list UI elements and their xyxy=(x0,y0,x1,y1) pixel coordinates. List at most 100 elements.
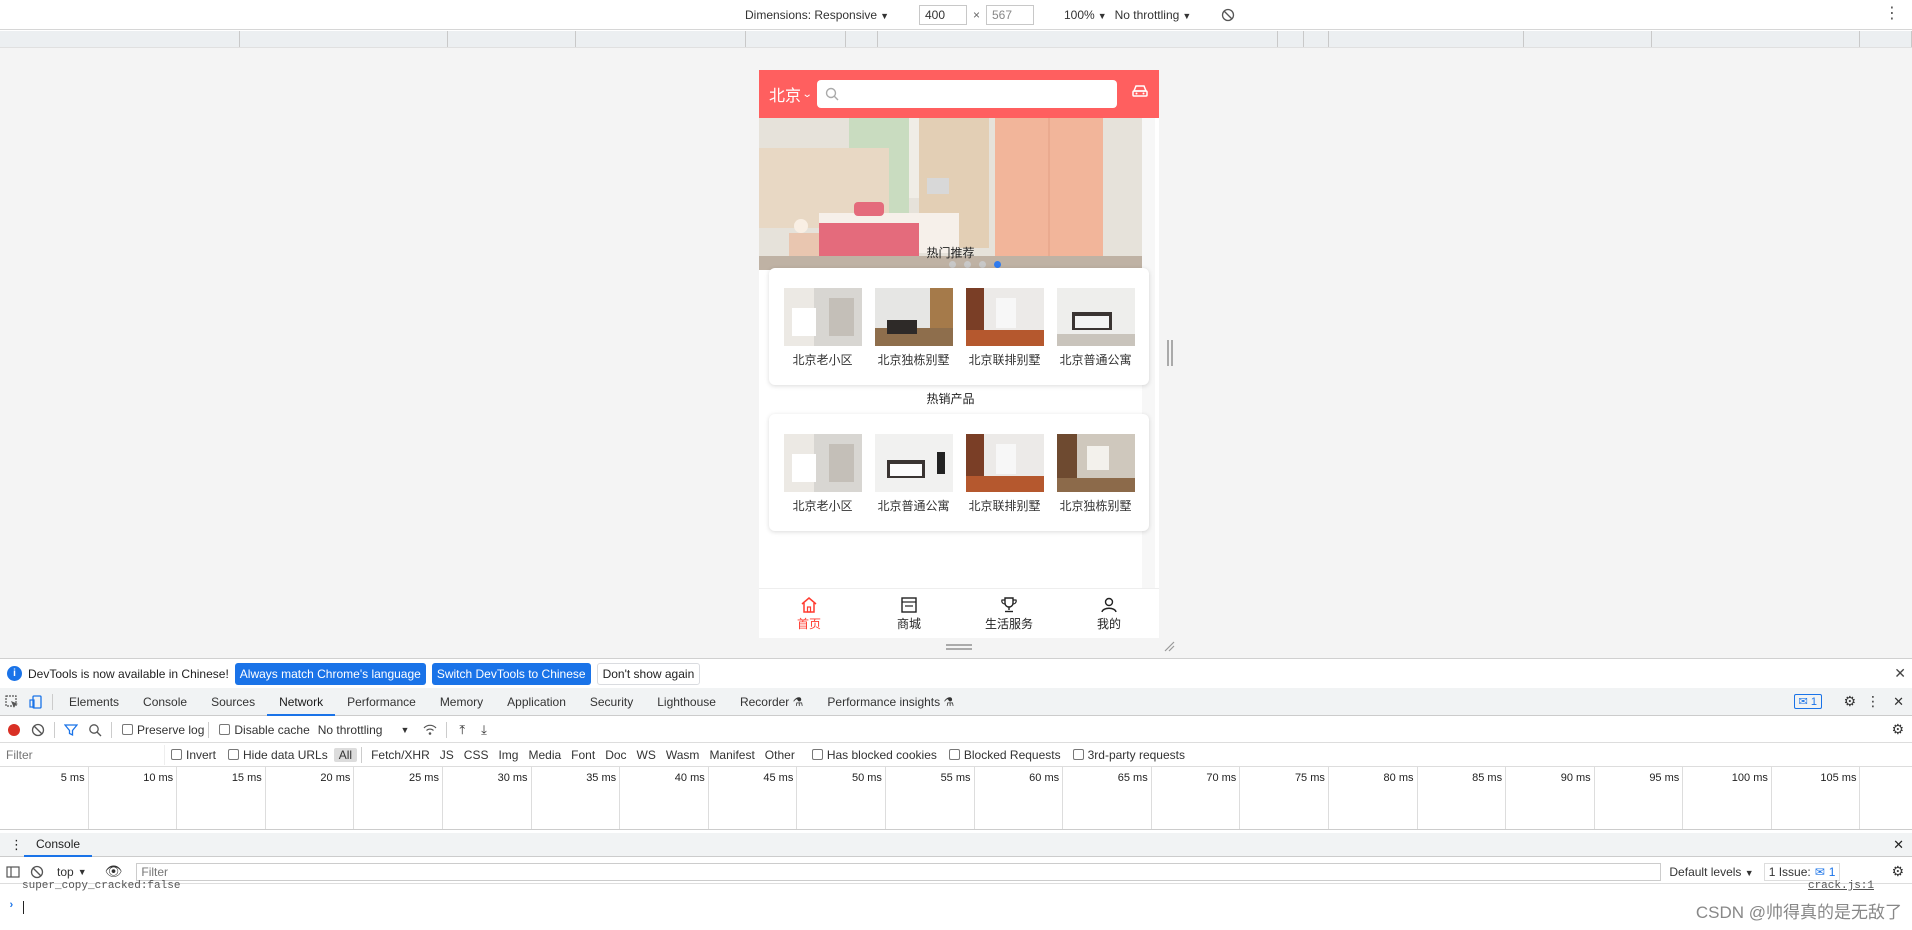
tab-life-service[interactable]: 生活服务 xyxy=(959,589,1059,638)
issues-link[interactable]: 1 Issue: ✉ 1 xyxy=(1763,862,1841,881)
dont-show-again-button[interactable]: Don't show again xyxy=(596,662,701,685)
third-party-checkbox[interactable]: 3rd-party requests xyxy=(1067,748,1185,762)
eye-icon[interactable]: 👁 xyxy=(105,863,123,880)
filter-type-fetch[interactable]: Fetch/XHR xyxy=(366,748,435,762)
filter-type-wasm[interactable]: Wasm xyxy=(661,748,705,762)
timeline-tick: 70 ms xyxy=(1152,767,1241,829)
console-filter-input[interactable] xyxy=(136,862,1662,881)
tab-lighthouse[interactable]: Lighthouse xyxy=(645,688,728,716)
tab-performance[interactable]: Performance xyxy=(335,688,428,716)
blocked-requests-checkbox[interactable]: Blocked Requests xyxy=(943,748,1061,762)
console-log-source[interactable]: crack.js:1 xyxy=(1808,880,1874,892)
filter-type-manifest[interactable]: Manifest xyxy=(704,748,759,762)
width-input[interactable] xyxy=(918,5,967,25)
recommend-item[interactable]: 北京联排别墅 xyxy=(965,288,1045,368)
device-toggle-icon[interactable] xyxy=(29,694,43,709)
search-input[interactable] xyxy=(845,87,1106,101)
context-selector[interactable]: top ▼ xyxy=(57,865,87,879)
car-icon[interactable] xyxy=(1131,84,1149,100)
filter-type-doc[interactable]: Doc xyxy=(600,748,631,762)
product-item[interactable]: 北京独栋别墅 xyxy=(1056,434,1136,514)
clear-icon[interactable] xyxy=(31,723,45,737)
sidebar-toggle-icon[interactable] xyxy=(6,865,20,879)
viewport-corner-resizer[interactable] xyxy=(1163,640,1175,652)
console-settings-icon[interactable]: ⚙ xyxy=(1891,863,1904,880)
more-options-icon[interactable]: ⋮ xyxy=(1866,693,1880,710)
recommend-item[interactable]: 北京老小区 xyxy=(783,288,863,368)
viewport-width-resizer[interactable] xyxy=(1167,340,1173,366)
carousel-dot-active[interactable] xyxy=(994,261,1001,268)
rotate-off-icon[interactable] xyxy=(1221,8,1235,22)
csdn-watermark: CSDN @帅得真的是无敌了 xyxy=(1695,903,1902,922)
drawer-tab-console[interactable]: Console xyxy=(24,833,93,857)
blocked-cookies-checkbox[interactable]: Has blocked cookies xyxy=(806,748,937,762)
hide-data-urls-checkbox[interactable]: Hide data URLs xyxy=(222,748,328,762)
close-icon[interactable]: ✕ xyxy=(1894,665,1906,682)
user-icon xyxy=(1101,597,1117,613)
viewport-height-resizer[interactable] xyxy=(946,644,972,650)
wifi-settings-icon[interactable] xyxy=(423,723,437,737)
export-har-icon[interactable]: ⤓ xyxy=(481,722,487,738)
issues-badge[interactable]: ✉ 1 xyxy=(1793,694,1822,709)
tab-security[interactable]: Security xyxy=(578,688,645,716)
clear-console-icon[interactable] xyxy=(30,865,44,879)
tab-recorder[interactable]: Recorder ⚗ xyxy=(728,688,815,716)
more-options-icon[interactable]: ⋮ xyxy=(1884,6,1900,22)
match-language-button[interactable]: Always match Chrome's language xyxy=(234,662,426,685)
preserve-log-checkbox[interactable]: Preserve log xyxy=(116,723,204,737)
product-item[interactable]: 北京普通公寓 xyxy=(874,434,954,514)
switch-chinese-button[interactable]: Switch DevTools to Chinese xyxy=(431,662,591,685)
filter-type-js[interactable]: JS xyxy=(435,748,459,762)
zoom-dropdown[interactable]: 100% ▼ xyxy=(1064,8,1107,22)
network-timeline-overview[interactable]: 5 ms 10 ms 15 ms 20 ms 25 ms 30 ms 35 ms 40 ms 4… xyxy=(0,767,1912,830)
city-selector[interactable]: 北京 ⌄ xyxy=(769,82,813,106)
filter-icon[interactable] xyxy=(64,723,78,737)
disable-cache-checkbox[interactable]: Disable cache xyxy=(213,723,310,737)
tab-console[interactable]: Console xyxy=(131,688,199,716)
tab-performance-insights[interactable]: Performance insights ⚗ xyxy=(815,688,966,716)
product-item[interactable]: 北京老小区 xyxy=(783,434,863,514)
tab-network[interactable]: Network xyxy=(267,688,336,716)
filter-type-ws[interactable]: WS xyxy=(632,748,661,762)
throttling-dropdown[interactable]: No throttling ▼ xyxy=(1115,8,1192,22)
carousel-dot[interactable] xyxy=(949,261,956,268)
recommend-item[interactable]: 北京独栋别墅 xyxy=(874,288,954,368)
filter-type-css[interactable]: CSS xyxy=(459,748,494,762)
record-icon[interactable] xyxy=(8,723,20,736)
filter-type-img[interactable]: Img xyxy=(493,748,523,762)
console-output[interactable]: super_copy_cracked:false crack.js:1 › CS… xyxy=(0,880,1912,930)
search-icon[interactable] xyxy=(88,723,102,737)
tab-mall[interactable]: 商城 xyxy=(859,589,959,638)
network-settings-icon[interactable]: ⚙ xyxy=(1891,721,1904,738)
tab-memory[interactable]: Memory xyxy=(428,688,495,716)
filter-type-font[interactable]: Font xyxy=(566,748,600,762)
recommend-item[interactable]: 北京普通公寓 xyxy=(1056,288,1136,368)
drawer-menu-icon[interactable]: ⋮ xyxy=(10,837,23,853)
drawer-header: ⋮ Console ✕ xyxy=(0,833,1912,857)
log-levels-dropdown[interactable]: Default levels ▼ xyxy=(1669,865,1753,879)
network-filter-input[interactable] xyxy=(0,744,165,765)
carousel-dot[interactable] xyxy=(979,261,986,268)
tab-mine[interactable]: 我的 xyxy=(1059,589,1159,638)
inspect-element-icon[interactable] xyxy=(5,694,19,709)
network-throttling-dropdown[interactable]: No throttling ▼ xyxy=(318,723,410,737)
product-item[interactable]: 北京联排别墅 xyxy=(965,434,1045,514)
timeline-tick: 15 ms xyxy=(177,767,266,829)
close-drawer-icon[interactable]: ✕ xyxy=(1893,837,1904,853)
hot-recommend-title: 热门推荐 xyxy=(926,246,975,260)
carousel-dot[interactable] xyxy=(964,261,971,268)
filter-type-media[interactable]: Media xyxy=(523,748,566,762)
settings-icon[interactable]: ⚙ xyxy=(1843,693,1856,710)
tab-elements[interactable]: Elements xyxy=(57,688,131,716)
import-har-icon[interactable]: ⤒ xyxy=(459,722,465,738)
height-input[interactable] xyxy=(986,5,1034,25)
invert-checkbox[interactable]: Invert xyxy=(165,748,216,762)
tab-home[interactable]: 首页 xyxy=(759,589,859,638)
search-box[interactable] xyxy=(817,80,1118,108)
filter-type-other[interactable]: Other xyxy=(760,748,800,762)
dimensions-dropdown[interactable]: Dimensions: Responsive ▼ xyxy=(745,8,889,22)
tab-sources[interactable]: Sources xyxy=(199,688,267,716)
tab-application[interactable]: Application xyxy=(495,688,578,716)
filter-type-all[interactable]: All xyxy=(333,747,358,762)
close-devtools-icon[interactable]: ✕ xyxy=(1893,694,1904,710)
